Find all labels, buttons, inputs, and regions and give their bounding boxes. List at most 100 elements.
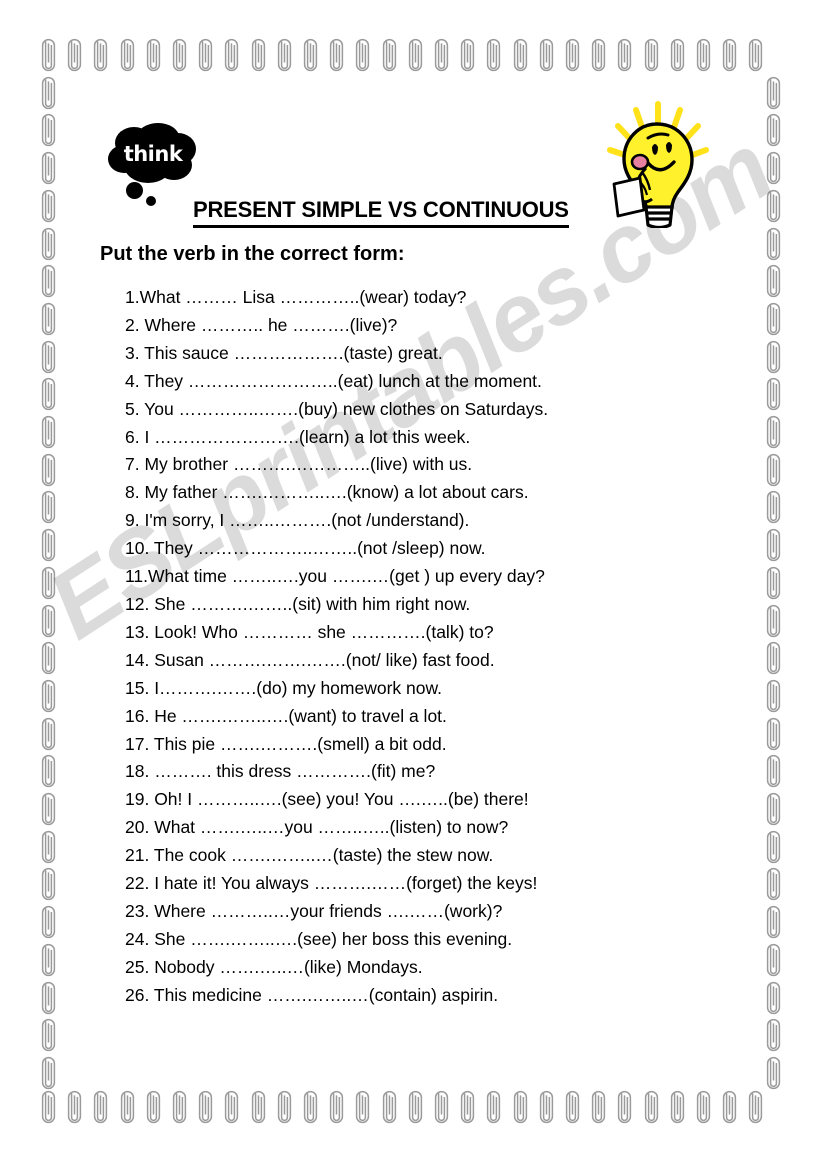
paperclip-icon [766, 302, 781, 336]
exercise-item: 25. Nobody …….…..…(like) Mondays. [125, 956, 423, 977]
paperclip-icon [382, 38, 397, 72]
paperclip-icon [696, 1090, 711, 1124]
paperclip-icon [408, 1090, 423, 1124]
paperclip-icon [513, 1090, 528, 1124]
exercise-item: 10. They ………………..……..(not /sleep) now. [125, 538, 486, 559]
paperclip-icon [41, 227, 56, 261]
paperclip-icon [41, 604, 56, 638]
paperclip-icon [382, 1090, 397, 1124]
paperclip-icon [460, 38, 475, 72]
paperclip-icon [41, 867, 56, 901]
paperclip-icon [41, 754, 56, 788]
exercise-item: 22. I hate it! You always ……….……(forget)… [125, 873, 538, 894]
paperclip-icon [766, 679, 781, 713]
paperclip-icon [41, 189, 56, 223]
paperclip-icon [766, 490, 781, 524]
paperclip-icon [766, 943, 781, 977]
paperclip-icon [766, 604, 781, 638]
page-title: PRESENT SIMPLE VS CONTINUOUS [193, 197, 569, 228]
exercise-item: 23. Where ………..…your friends ….……(work)? [125, 900, 503, 921]
paperclip-icon [41, 264, 56, 298]
paperclip-icon [766, 754, 781, 788]
paperclip-icon [591, 38, 606, 72]
paperclip-icon [644, 1090, 659, 1124]
paperclip-icon [41, 415, 56, 449]
worksheet-page: ESLprintables.com think PRESENT SIMPLE V… [0, 0, 821, 1161]
thought-dot-small [146, 196, 156, 206]
exercise-item: 5. You …………..…….(buy) new clothes on Sat… [125, 398, 549, 419]
exercise-item: 19. Oh! I ………..….(see) you! You ….…..(be… [125, 789, 529, 810]
exercise-item: 6. I …………………….(learn) a lot this week. [125, 426, 471, 447]
exercise-item: 2. Where ……….. he ……….(live)? [125, 314, 398, 335]
paperclip-icon [329, 38, 344, 72]
exercise-item: 21. The cook …….……..…(taste) the stew no… [125, 845, 494, 866]
paperclip-icon [766, 981, 781, 1015]
paperclip-icon [41, 1090, 56, 1124]
paperclip-icon [41, 943, 56, 977]
paperclip-icon [670, 38, 685, 72]
paperclip-icon [120, 1090, 135, 1124]
paperclip-icon [644, 38, 659, 72]
paperclip-icon [277, 1090, 292, 1124]
paperclip-icon [41, 340, 56, 374]
paperclip-icon [434, 38, 449, 72]
paperclip-icon [355, 38, 370, 72]
paperclip-icon [617, 1090, 632, 1124]
paperclip-icon [41, 76, 56, 110]
paperclip-icon [120, 38, 135, 72]
paperclip-icon [766, 641, 781, 675]
paperclip-icon [41, 1056, 56, 1090]
paperclip-icon [486, 38, 501, 72]
exercise-list: 1.What ……… Lisa …………..(wear) today? 2. Wh… [125, 284, 725, 1010]
paperclip-icon [748, 1090, 763, 1124]
paperclip-icon [41, 38, 56, 72]
exercise-item: 8. My father …….………..….(know) a lot abou… [125, 482, 529, 503]
paperclip-icon [539, 38, 554, 72]
paperclip-icon [434, 1090, 449, 1124]
paperclip-icon [565, 1090, 580, 1124]
exercise-item: 24. She …….……..….(see) her boss this eve… [125, 928, 513, 949]
paperclip-icon [41, 905, 56, 939]
paperclip-icon [565, 38, 580, 72]
exercise-item: 13. Look! Who ………… she ………….(talk) to? [125, 621, 494, 642]
paperclip-icon [67, 38, 82, 72]
paperclip-icon [766, 566, 781, 600]
paperclip-icon [766, 528, 781, 562]
paperclip-icon [766, 264, 781, 298]
exercise-item: 18. ………. this dress ………….(fit) me? [125, 761, 436, 782]
paperclip-icon [766, 76, 781, 110]
paperclip-icon [303, 38, 318, 72]
paperclip-icon [766, 717, 781, 751]
think-bubble: think [108, 123, 196, 185]
instruction-text: Put the verb in the correct form: [100, 243, 405, 265]
paperclip-icon [722, 38, 737, 72]
paperclip-icon [41, 679, 56, 713]
paperclip-icon [224, 1090, 239, 1124]
paperclip-icon [722, 1090, 737, 1124]
paperclip-icon [766, 867, 781, 901]
paperclip-icon [766, 1056, 781, 1090]
paperclip-icon [41, 981, 56, 1015]
paperclip-icon [146, 38, 161, 72]
paperclip-icon [766, 453, 781, 487]
exercise-item: 3. This sauce ……………….(taste) great. [125, 342, 443, 363]
paperclip-icon [41, 453, 56, 487]
paperclip-icon [486, 1090, 501, 1124]
paperclip-icon [251, 1090, 266, 1124]
paperclip-icon [670, 1090, 685, 1124]
exercise-item: 26. This medicine …….……..…(contain) aspi… [125, 984, 499, 1005]
paperclip-icon [224, 38, 239, 72]
paperclip-icon [766, 792, 781, 826]
thought-dot-large [126, 182, 143, 199]
paperclip-icon [146, 1090, 161, 1124]
paperclip-icon [513, 38, 528, 72]
exercise-item: 11.What time ……..….you …….…(get ) up eve… [125, 566, 545, 587]
paperclip-icon [251, 38, 266, 72]
paperclip-icon [766, 1018, 781, 1052]
paperclip-icon [766, 830, 781, 864]
think-label: think [123, 142, 183, 166]
paperclip-icon [766, 113, 781, 147]
paperclip-icon [696, 38, 711, 72]
paperclip-icon [591, 1090, 606, 1124]
paperclip-icon [303, 1090, 318, 1124]
